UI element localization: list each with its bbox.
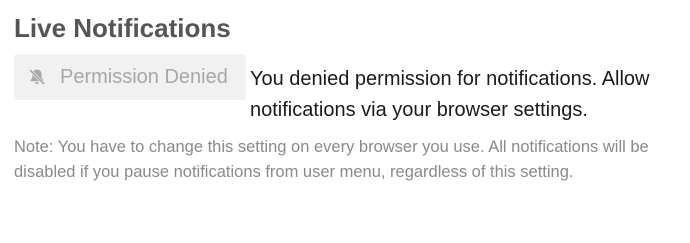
- section-title: Live Notifications: [14, 13, 231, 43]
- permission-row: Permission Denied You denied permission …: [14, 54, 680, 126]
- permission-denied-label: Permission Denied: [60, 65, 228, 88]
- settings-note: Note: You have to change this setting on…: [14, 138, 649, 181]
- permission-denied-button[interactable]: Permission Denied: [14, 54, 246, 100]
- bell-slash-icon: [27, 67, 47, 87]
